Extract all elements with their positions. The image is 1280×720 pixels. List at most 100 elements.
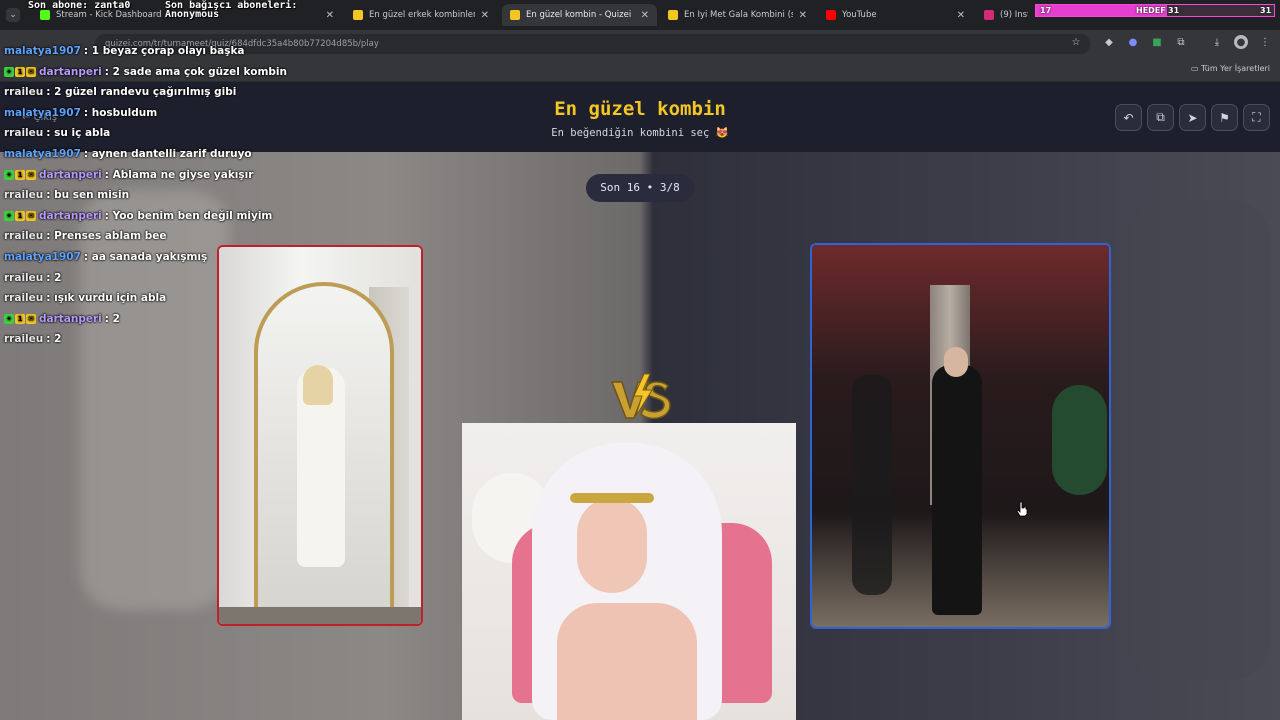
webcam-face (577, 498, 647, 593)
streamer-webcam (462, 423, 796, 720)
chat-message: malatya1907: hosbuldum (4, 105, 157, 121)
folder-icon: ▭ (1190, 64, 1199, 73)
chat-message: rraileu: 2 (4, 270, 61, 286)
tab-search-icon[interactable]: ⌄ (6, 8, 20, 22)
photo-reflection (852, 375, 892, 595)
tab-youtube[interactable]: YouTube ✕ (818, 4, 973, 26)
copy-button[interactable]: ⧉ (1147, 104, 1174, 131)
fullscreen-icon: ⛶ (1252, 110, 1261, 124)
star-badge-icon: ✦ (4, 313, 14, 324)
send-icon: ➤ (1187, 110, 1198, 125)
chat-username: malatya1907 (4, 148, 81, 160)
chat-username: malatya1907 (4, 45, 81, 57)
youtube-favicon-icon (826, 10, 836, 20)
tab-en-guzel-kombin[interactable]: En güzel kombin - Quizei ✕ (502, 4, 657, 26)
chat-message: rraileu: 2 güzel randevu çağırılmış gibi (4, 84, 236, 100)
download-icon[interactable]: ⤓ (1210, 35, 1224, 49)
chat-message: rraileu: Prenses ablam bee (4, 228, 167, 244)
option-card-left[interactable] (217, 245, 423, 626)
chat-badges: ✦ 1 ✉ (4, 210, 36, 221)
quiz-title: En güzel kombin (554, 98, 726, 120)
chat-text: : ışık vurdu için abla (46, 292, 167, 305)
puzzle-extensions-icon[interactable]: ⧉ (1174, 35, 1188, 49)
extension-diamond-icon[interactable]: ◆ (1102, 35, 1116, 49)
extension-flag-icon[interactable]: ■ (1150, 35, 1164, 49)
chat-message: malatya1907: aynen dantelli zarif duruyo (4, 146, 252, 162)
last-donor-name: Anonymous (165, 9, 220, 20)
sub-badge-icon: 1 (15, 210, 25, 221)
chat-text: : 2 (46, 333, 62, 346)
chat-text: : Yoo benim ben değil miyim (104, 209, 273, 222)
bookmarks-label: Tüm Yer İşaretleri (1200, 64, 1270, 73)
hand-cursor-icon (1016, 501, 1028, 517)
quizei-favicon-icon (353, 10, 363, 20)
chat-message: rraileu: ışık vurdu için abla (4, 290, 166, 306)
chat-message: malatya1907: aa sanada yakışmış (4, 249, 207, 265)
tab-title: En İyi Met Gala Kombini (son 3... (684, 10, 793, 20)
chat-message: malatya1907: 1 beyaz çorap olayı başka (4, 43, 245, 59)
share-button[interactable]: ➤ (1179, 104, 1206, 131)
option-card-right[interactable] (810, 243, 1111, 629)
goal-target-right: 31 (1260, 6, 1272, 15)
extension-icon[interactable]: ● (1126, 35, 1140, 49)
chat-message: rraileu: 2 (4, 331, 61, 347)
chat-text: : aynen dantelli zarif duruyo (83, 148, 252, 160)
gift-badge-icon: ✉ (26, 66, 36, 77)
all-bookmarks-folder[interactable]: ▭ Tüm Yer İşaretleri (1191, 64, 1270, 73)
tab-close-icon[interactable]: ✕ (641, 10, 649, 21)
tab-close-icon[interactable]: ✕ (799, 10, 807, 21)
sub-badge-icon: 1 (15, 313, 25, 324)
goal-current: 17 (1040, 6, 1052, 15)
photo-hair (303, 365, 333, 405)
kick-favicon-icon (40, 10, 50, 20)
chat-username: rraileu (4, 292, 44, 305)
chat-username: rraileu (4, 189, 44, 202)
gift-badge-icon: ✉ (26, 210, 36, 221)
chat-badges: ✦ 1 ✉ (4, 313, 36, 324)
chat-username: dartanperi (39, 312, 102, 325)
quizei-favicon-icon (668, 10, 678, 20)
tab-title: YouTube (842, 10, 877, 20)
bookmark-star-icon[interactable]: ☆ (1069, 35, 1083, 49)
tab-close-icon[interactable]: ✕ (481, 10, 489, 21)
chat-username: rraileu (4, 127, 44, 140)
webcam-tiara (570, 493, 654, 503)
tab-instagram[interactable]: (9) Instagram (976, 4, 1036, 26)
tab-close-icon[interactable]: ✕ (326, 10, 334, 21)
tab-title: Stream - Kick Dashboard (56, 10, 162, 20)
chat-message: ✦ 1 ✉ dartanperi: 2 (4, 311, 120, 327)
chat-username: rraileu (4, 333, 44, 346)
undo-button[interactable]: ↶ (1115, 104, 1142, 131)
flag-icon: ⚑ (1219, 110, 1230, 125)
chat-username: rraileu (4, 230, 44, 243)
more-menu-icon[interactable]: ⋮ (1258, 35, 1272, 49)
chat-text: : 2 sade ama çok güzel kombin (104, 65, 287, 78)
chat-text: : 2 güzel randevu çağırılmış gibi (46, 86, 237, 99)
last-subscriber: Son abone: zanta0 (28, 1, 130, 11)
chat-text: : bu sen misin (46, 189, 130, 202)
fullscreen-button[interactable]: ⛶ (1243, 104, 1270, 131)
chat-text: : hosbuldum (83, 106, 158, 119)
chat-text: : 2 (104, 312, 120, 325)
report-button[interactable]: ⚑ (1211, 104, 1238, 131)
tab-title: En güzel kombin - Quizei (526, 10, 632, 20)
quizei-favicon-icon (510, 10, 520, 20)
chat-badges: ✦ 1 ✉ (4, 169, 36, 180)
chat-badges: ✦ 1 ✉ (4, 66, 36, 77)
versus-icon (610, 373, 671, 420)
profile-avatar-icon[interactable]: ● (1234, 35, 1248, 49)
tab-close-icon[interactable]: ✕ (957, 10, 965, 21)
tab-met-gala[interactable]: En İyi Met Gala Kombini (son 3... ✕ (660, 4, 815, 26)
tab-erkek-kombinleri[interactable]: En güzel erkek kombinleri - Quizei ✕ (345, 4, 497, 26)
quiz-subtitle: En beğendiğin kombini seç 😻 (551, 127, 729, 139)
chat-text: : aa sanada yakışmış (83, 251, 208, 263)
chat-text: : Prenses ablam bee (46, 230, 167, 243)
instagram-favicon-icon (984, 10, 994, 20)
last-donor: Son bağışcı aboneleri: Anonymous (165, 1, 297, 20)
star-badge-icon: ✦ (4, 169, 14, 180)
chat-message: ✦ 1 ✉ dartanperi: Yoo benim ben değil miyim (4, 208, 272, 224)
goal-label: HEDEF (1136, 6, 1166, 15)
tab-title: En güzel erkek kombinleri - Quizei (369, 10, 475, 20)
undo-icon: ↶ (1123, 110, 1134, 125)
copy-icon: ⧉ (1156, 110, 1165, 124)
